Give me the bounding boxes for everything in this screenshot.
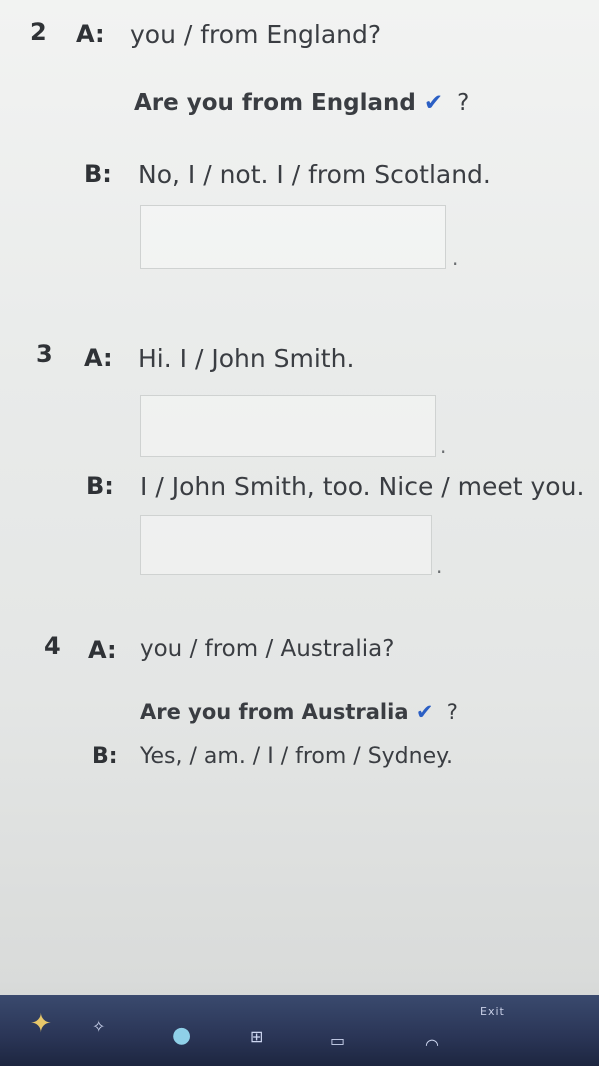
speaker-a-label: A: (88, 636, 117, 664)
q2-a-prompt: you / from England? (130, 20, 382, 49)
q3-b-prompt: I / John Smith, too. Nice / meet you. (140, 472, 585, 501)
q4-answer-qmark: ? (446, 700, 458, 724)
checkmark-icon: ✔ (423, 90, 444, 116)
taskbar: ✦ ✧ ● ⊞ ▭ ◠ Exit (0, 995, 599, 1066)
circle-icon[interactable]: ◠ (425, 1035, 439, 1054)
exit-button[interactable]: Exit (480, 1005, 505, 1018)
sparkle-icon: ✧ (92, 1017, 106, 1036)
q4-b-prompt: Yes, / am. / I / from / Sydney. (140, 744, 453, 769)
exercise-sheet: 2 A: you / from England? Are you from En… (0, 0, 599, 995)
q4-a-prompt: you / from / Australia? (140, 636, 395, 662)
q2-answer: Are you from England ✔ ? (134, 90, 469, 116)
q2-answer-text: Are you from England (134, 90, 416, 116)
q3-b-answer-input[interactable] (140, 515, 432, 575)
q4-answer-text: Are you from Australia (140, 700, 409, 724)
app-icon[interactable]: ● (172, 1023, 191, 1048)
q2-b-answer-input[interactable] (140, 205, 446, 269)
speaker-a-label: A: (84, 344, 113, 372)
question-number-3: 3 (36, 340, 53, 368)
speaker-b-label: B: (84, 160, 112, 188)
period-mark: . (436, 554, 443, 578)
question-number-4: 4 (44, 632, 61, 660)
period-mark: . (452, 246, 459, 270)
checkmark-icon: ✔ (415, 700, 434, 724)
q2-b-prompt: No, I / not. I / from Scotland. (138, 160, 491, 189)
q4-answer: Are you from Australia ✔ ? (140, 700, 458, 724)
speaker-a-label: A: (76, 20, 105, 48)
q3-a-prompt: Hi. I / John Smith. (138, 344, 355, 373)
window-icon[interactable]: ▭ (330, 1031, 345, 1050)
q3-a-answer-input[interactable] (140, 395, 436, 457)
speaker-b-label: B: (86, 472, 114, 500)
star-icon: ✦ (30, 1009, 52, 1039)
question-number-2: 2 (30, 18, 47, 46)
q2-answer-qmark: ? (457, 90, 470, 116)
speaker-b-label: B: (92, 744, 118, 769)
grid-icon[interactable]: ⊞ (250, 1027, 263, 1046)
period-mark: . (440, 434, 447, 458)
